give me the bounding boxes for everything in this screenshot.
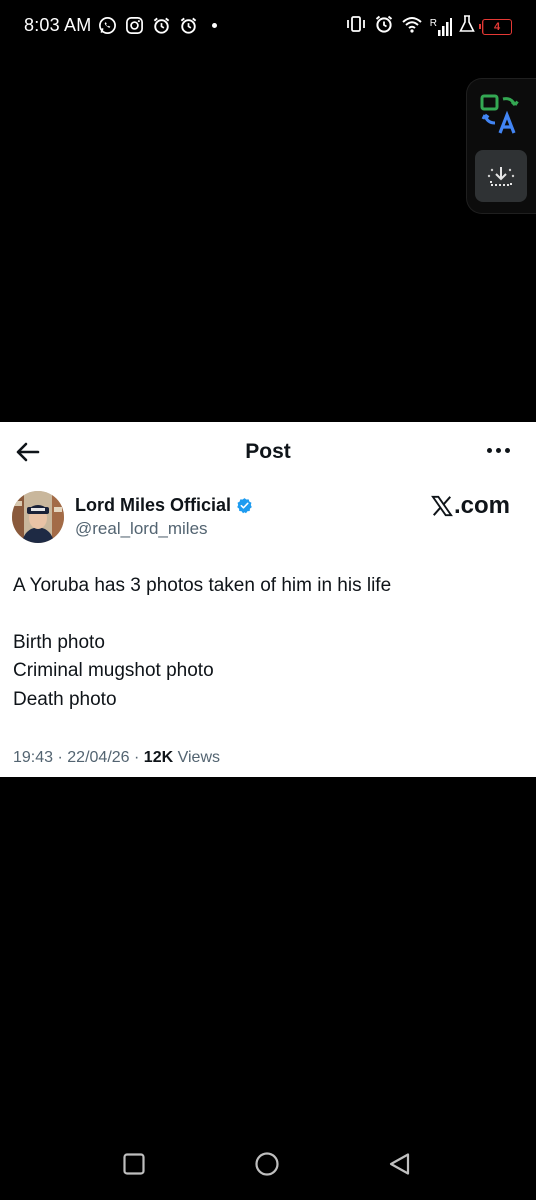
x-com-logo: .com — [431, 492, 510, 520]
signal-label: R — [429, 17, 437, 29]
views-label: Views — [177, 749, 220, 766]
post-time: 19:43 — [13, 749, 54, 766]
triangle-back-icon[interactable] — [387, 1151, 413, 1177]
vibrate-icon — [345, 14, 367, 39]
x-logo-icon — [431, 495, 453, 517]
more-horizontal-icon[interactable] — [487, 448, 510, 453]
battery-fill — [483, 19, 485, 34]
status-notification-icons — [98, 16, 217, 35]
author-name-text: Lord Miles Official — [75, 495, 232, 515]
square-icon[interactable] — [121, 1151, 147, 1177]
status-bar: 8:03 AM R 4 — [0, 0, 536, 52]
phone-screen: 8:03 AM R 4 Post Lord Miles Official @re… — [0, 0, 536, 1200]
views-count: 12K — [143, 749, 174, 766]
post-text-line: Criminal mugshot photo — [13, 660, 214, 681]
post-text-gap — [13, 601, 523, 629]
alarm-icon — [374, 14, 394, 39]
post-header: Post — [0, 422, 536, 482]
battery-indicator: 4 — [479, 18, 512, 35]
page-title: Post — [245, 440, 291, 463]
status-time: 8:03 AM — [24, 15, 92, 35]
download-icon[interactable] — [475, 150, 527, 202]
post-text-line: Death photo — [13, 688, 117, 710]
post-card: Post Lord Miles Official @real_lord_mile… — [0, 422, 536, 777]
instagram-icon — [125, 16, 144, 35]
meta-separator: · — [134, 749, 140, 766]
post-text: A Yoruba has 3 photos taken of him in hi… — [13, 572, 523, 714]
status-system-icons: R 4 — [345, 14, 512, 39]
more-notifications-dot — [212, 23, 217, 28]
circle-icon[interactable] — [254, 1151, 280, 1177]
alarm-clock-icon — [179, 16, 198, 35]
battery-level: 4 — [493, 20, 501, 33]
author-name[interactable]: Lord Miles Official — [75, 495, 253, 516]
wifi-icon — [401, 14, 423, 39]
post-text-line: Birth photo — [13, 631, 105, 653]
translate-icon[interactable] — [479, 93, 523, 135]
meta-separator: · — [57, 749, 63, 766]
post-meta: 19:43 · 22/04/26 · 12K Views — [13, 749, 220, 767]
brand-label: .com — [453, 492, 510, 519]
floating-tool-panel — [466, 78, 536, 214]
flask-icon — [459, 15, 475, 38]
verified-badge-icon — [236, 497, 253, 514]
whatsapp-icon — [98, 16, 117, 35]
avatar[interactable] — [12, 491, 64, 543]
post-text-line: A Yoruba has 3 photos taken of him in hi… — [13, 575, 392, 596]
navigation-bar — [0, 1140, 536, 1190]
signal-icon: R — [429, 17, 452, 36]
alarm-clock-icon — [152, 16, 171, 35]
author-handle[interactable]: @real_lord_miles — [75, 519, 208, 539]
post-date: 22/04/26 — [67, 749, 130, 766]
